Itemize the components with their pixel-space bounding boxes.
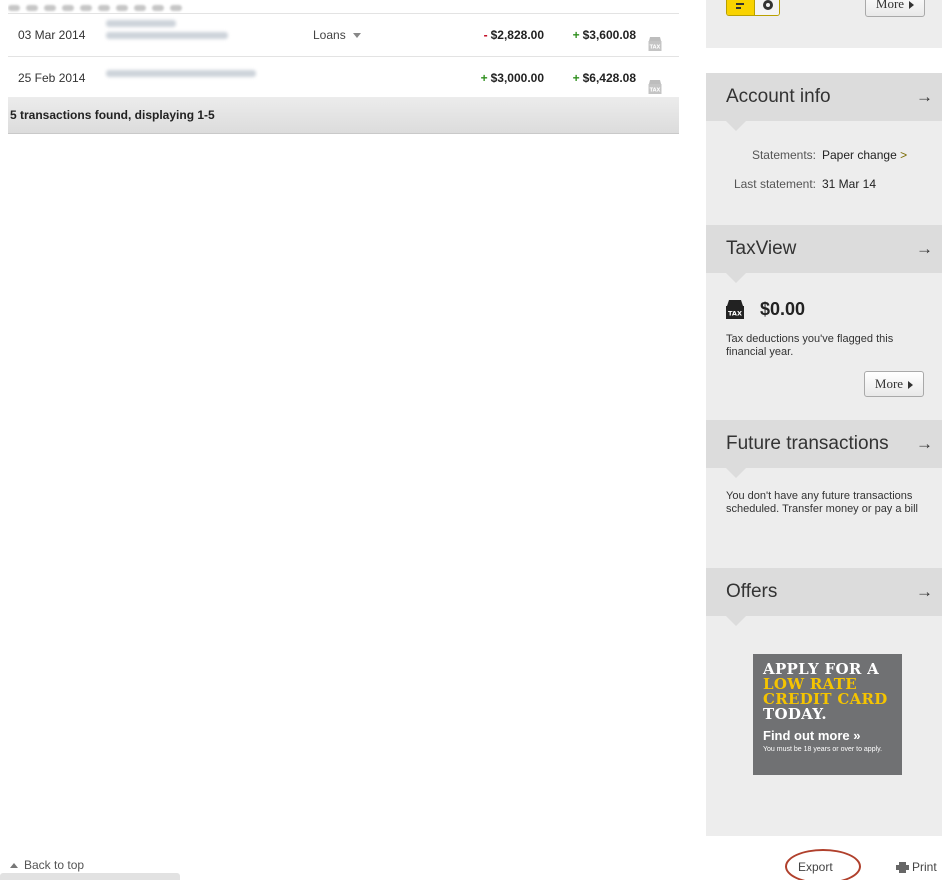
printer-icon xyxy=(896,862,909,873)
taxview-header[interactable]: TaxView → xyxy=(706,225,942,273)
horizontal-scrollbar[interactable] xyxy=(0,873,180,880)
taxview-title: TaxView xyxy=(726,238,797,259)
promo-disclaimer: You must be 18 years or over to apply. xyxy=(763,746,883,753)
future-transactions-panel: Future transactions → You don't have any… xyxy=(706,420,942,568)
arrow-right-icon[interactable]: → xyxy=(916,420,933,468)
credit-card-promo-banner[interactable]: APPLY FOR A LOW RATE CREDIT CARD TODAY. … xyxy=(753,654,902,775)
header-pointer xyxy=(726,273,746,283)
header-pointer xyxy=(726,616,746,626)
more-button-label: More xyxy=(874,376,904,391)
balance-sign: + xyxy=(572,28,580,42)
promo-cta-link[interactable]: Find out more » xyxy=(763,728,892,743)
arrow-right-icon[interactable]: → xyxy=(916,225,933,273)
triangle-right-icon xyxy=(908,381,914,390)
account-info-header[interactable]: Account info → xyxy=(706,73,942,121)
top-widget: More xyxy=(706,0,942,48)
account-info-title: Account info xyxy=(726,86,831,107)
tax-flag-icon[interactable]: TAX xyxy=(648,27,662,51)
transaction-amount: - $2,828.00 xyxy=(458,14,544,56)
amount-value: $3,000.00 xyxy=(490,71,544,85)
balance-value: $6,428.08 xyxy=(582,71,636,85)
future-transactions-text: You don't have any future transactions s… xyxy=(726,490,918,515)
amount-sign: - xyxy=(483,28,488,42)
offers-header[interactable]: Offers → xyxy=(706,568,942,616)
table-row[interactable]: 25 Feb 2014 + $3,000.00 + $6,428.08 TAX xyxy=(8,57,679,100)
clipped-header-row xyxy=(8,0,679,13)
chart-view-toggle[interactable] xyxy=(754,0,779,15)
tax-icon: TAX xyxy=(726,300,744,319)
category-label: Loans xyxy=(313,28,346,42)
tax-description: Tax deductions you've flagged this finan… xyxy=(726,333,894,358)
triangle-up-icon xyxy=(10,863,18,869)
list-view-toggle[interactable] xyxy=(727,0,754,15)
print-link[interactable]: Print xyxy=(896,860,937,874)
header-pointer xyxy=(726,468,746,478)
more-button-label: More xyxy=(875,0,905,11)
transaction-description-redacted xyxy=(106,20,228,44)
triangle-right-icon xyxy=(909,1,915,10)
offers-title: Offers xyxy=(726,581,778,602)
header-pointer xyxy=(726,121,746,131)
transaction-balance: + $3,600.08 xyxy=(553,14,636,56)
transaction-description-redacted xyxy=(106,70,256,82)
back-to-top-label: Back to top xyxy=(24,858,85,872)
offers-panel: Offers → APPLY FOR A LOW RATE CREDIT CAR… xyxy=(706,568,942,836)
balance-sign: + xyxy=(572,71,580,85)
svg-text:TAX: TAX xyxy=(650,45,661,51)
svg-text:TAX: TAX xyxy=(728,310,742,318)
tax-amount-value: $0.00 xyxy=(760,299,806,319)
account-info-panel: Account info → Statements: Paper change … xyxy=(706,73,942,225)
change-statements-link[interactable]: change > xyxy=(857,148,907,162)
table-row[interactable]: 03 Mar 2014 Loans - $2,828.00 + $3,600.08 … xyxy=(8,13,679,57)
arrow-right-icon[interactable]: → xyxy=(916,73,933,121)
future-transactions-title: Future transactions xyxy=(726,433,889,454)
future-transactions-header[interactable]: Future transactions → xyxy=(706,420,942,468)
balance-value: $3,600.08 xyxy=(582,28,636,42)
taxview-more-button[interactable]: More xyxy=(864,371,924,397)
last-statement-label: Last statement: xyxy=(733,177,816,191)
last-statement-value: 31 Mar 14 xyxy=(822,177,877,191)
chevron-down-icon xyxy=(352,33,361,39)
print-label: Print xyxy=(912,860,937,874)
arrow-right-icon[interactable]: → xyxy=(916,568,933,616)
export-link[interactable]: Export xyxy=(798,860,833,874)
amount-value: $2,828.00 xyxy=(490,28,544,42)
statements-label: Statements: xyxy=(751,148,816,162)
svg-text:TAX: TAX xyxy=(650,88,661,94)
transaction-date: 25 Feb 2014 xyxy=(18,71,86,85)
statements-value: Paper change > xyxy=(822,148,908,162)
transaction-date: 03 Mar 2014 xyxy=(18,28,86,42)
view-toggle[interactable] xyxy=(726,0,780,16)
more-button[interactable]: More xyxy=(865,0,925,17)
transactions-count: 5 transactions found, displaying 1-5 xyxy=(8,97,679,134)
promo-line-4: TODAY. xyxy=(763,705,827,723)
transaction-amount: + $3,000.00 xyxy=(458,57,544,99)
amount-sign: + xyxy=(480,71,488,85)
tax-flag-icon[interactable]: TAX xyxy=(648,70,662,94)
category-dropdown[interactable]: Loans xyxy=(313,14,361,56)
taxview-panel: TaxView → TAX $0.00 Tax deductions you'v… xyxy=(706,225,942,420)
back-to-top-link[interactable]: Back to top xyxy=(10,858,84,872)
transaction-balance: + $6,428.08 xyxy=(553,57,636,99)
sidebar: More Account info → Statements: Paper ch… xyxy=(706,0,942,836)
